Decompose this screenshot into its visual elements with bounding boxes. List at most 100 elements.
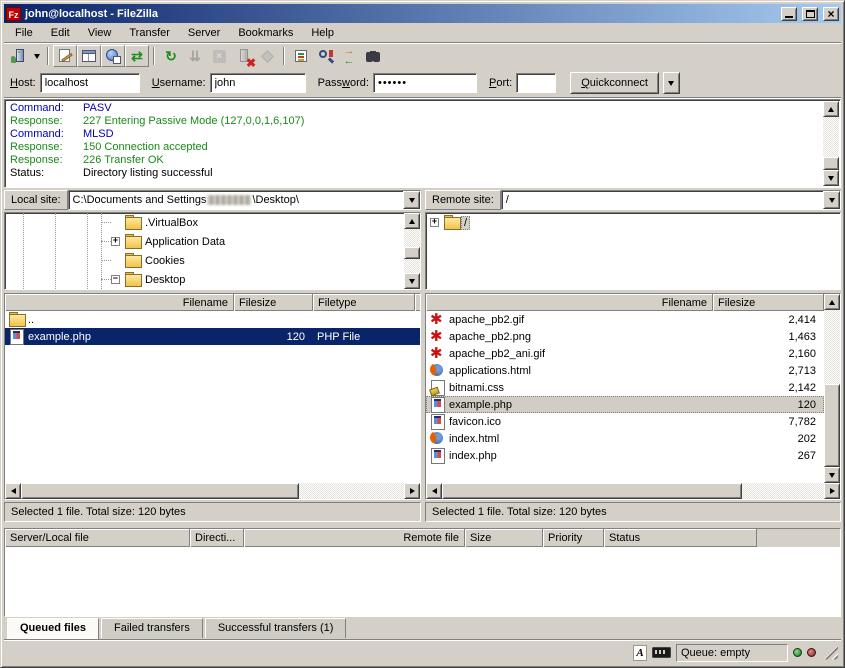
scroll-down-button[interactable] (404, 273, 420, 289)
column-header[interactable]: Filesize (713, 294, 824, 311)
toggle-remote-tree-button[interactable] (101, 45, 125, 67)
local-selection-status: Selected 1 file. Total size: 120 bytes (4, 502, 421, 522)
scroll-up-button[interactable] (824, 294, 840, 310)
file-row[interactable]: index.html 202 (426, 430, 824, 447)
resize-grip[interactable] (824, 646, 838, 660)
local-tree-scrollbar[interactable] (404, 213, 420, 289)
menu-item[interactable]: Transfer (120, 24, 179, 42)
remote-list-scrollbar[interactable] (824, 294, 840, 483)
file-row[interactable]: apache_pb2.gif 2,414 (426, 311, 824, 328)
cancel-operation-button[interactable]: × (207, 45, 231, 67)
log-scrollbar[interactable] (823, 101, 839, 186)
scroll-right-button[interactable] (404, 483, 420, 499)
tree-expander-icon[interactable]: + (430, 218, 439, 227)
file-row[interactable]: apache_pb2.png 1,463 (426, 328, 824, 345)
password-input[interactable] (373, 73, 477, 93)
local-site-combobox[interactable]: C:\Documents and Settings\Desktop\ (68, 190, 421, 210)
column-header[interactable]: Filetype (313, 294, 415, 311)
scroll-right-button[interactable] (824, 483, 840, 499)
filter-button[interactable] (289, 45, 313, 67)
file-row[interactable]: favicon.ico 7,782 (426, 413, 824, 430)
tree-item[interactable]: − Desktop (5, 270, 404, 289)
file-row[interactable]: bitnami.css 2,142 (426, 379, 824, 396)
tree-expander-icon[interactable]: + (111, 237, 120, 246)
menu-item[interactable]: Bookmarks (229, 24, 302, 42)
synchronized-browsing-button[interactable]: →← (337, 45, 361, 67)
tree-item-label: Desktop (142, 273, 188, 287)
scroll-down-button[interactable] (824, 467, 840, 483)
column-header[interactable]: Directi... (190, 529, 244, 547)
file-row[interactable]: applications.html 2,713 (426, 362, 824, 379)
column-header[interactable]: Remote file (244, 529, 465, 547)
maximize-button[interactable] (802, 7, 818, 21)
scroll-up-button[interactable] (823, 101, 839, 117)
column-header[interactable]: Size (465, 529, 543, 547)
scroll-left-button[interactable] (426, 483, 442, 499)
column-header[interactable]: Filename (5, 294, 234, 311)
column-header[interactable]: Filesize (234, 294, 313, 311)
file-icon (430, 414, 447, 429)
scroll-thumb[interactable] (823, 157, 839, 170)
queue-tab[interactable]: Queued files (7, 618, 99, 639)
file-size: 2,713 (713, 362, 824, 379)
tree-item[interactable]: + Application Data (5, 232, 404, 251)
menu-item[interactable]: View (79, 24, 121, 42)
scroll-left-button[interactable] (5, 483, 21, 499)
file-size: 202 (713, 430, 824, 447)
log-line-label: Response: (10, 141, 83, 154)
queue-tab[interactable]: Successful transfers (1) (205, 618, 347, 638)
remote-list-hscrollbar[interactable] (426, 483, 840, 499)
reconnect-button[interactable] (255, 45, 279, 67)
tree-item[interactable]: Cookies (5, 251, 404, 270)
menu-item[interactable]: Help (302, 24, 343, 42)
tree-expander-icon[interactable]: − (111, 275, 120, 284)
queue-tab[interactable]: Failed transfers (101, 618, 203, 638)
file-row[interactable]: apache_pb2_ani.gif 2,160 (426, 345, 824, 362)
toolbar: ⇄ ↻ ⇊ × ✖ →← (4, 42, 841, 69)
toggle-queue-button[interactable]: ⇄ (125, 45, 149, 67)
scroll-thumb[interactable] (21, 483, 299, 499)
scroll-up-button[interactable] (404, 213, 420, 229)
local-list-hscrollbar[interactable] (5, 483, 420, 499)
username-input[interactable] (210, 73, 306, 93)
process-queue-button[interactable]: ⇊ (183, 45, 207, 67)
disconnect-button[interactable]: ✖ (231, 45, 255, 67)
file-row[interactable]: example.php 120 (426, 396, 824, 413)
tree-item[interactable]: + / (426, 213, 840, 232)
column-header[interactable]: Filename (426, 294, 713, 311)
minimize-button[interactable] (781, 7, 797, 21)
toggle-local-tree-button[interactable] (77, 45, 101, 67)
port-input[interactable] (516, 73, 556, 93)
file-row[interactable]: .. (5, 311, 420, 328)
toggle-message-log-button[interactable] (53, 45, 77, 67)
column-header[interactable]: Server/Local file (5, 529, 190, 547)
file-icon (430, 448, 447, 463)
scroll-thumb[interactable] (404, 247, 420, 259)
file-row[interactable]: index.php 267 (426, 447, 824, 464)
scroll-thumb[interactable] (824, 384, 840, 467)
quickconnect-dropdown-button[interactable] (663, 72, 680, 94)
tree-item[interactable]: .VirtualBox (5, 213, 404, 232)
file-row[interactable]: example.php 120 PHP File 1 (5, 328, 420, 345)
quickconnect-button[interactable]: Quickconnect (570, 72, 659, 94)
directory-comparison-button[interactable] (313, 45, 337, 67)
column-header[interactable]: Status (604, 529, 757, 547)
scroll-thumb[interactable] (442, 483, 742, 499)
column-header[interactable]: L (415, 294, 421, 311)
file-size: 120 (234, 328, 313, 345)
remote-site-dropdown-button[interactable] (823, 191, 840, 209)
find-files-button[interactable] (361, 45, 385, 67)
host-input[interactable] (40, 73, 140, 93)
remote-site-combobox[interactable]: / (501, 190, 841, 210)
site-manager-button[interactable] (7, 45, 31, 67)
menu-item[interactable]: File (6, 24, 42, 42)
site-manager-dropdown-arrow[interactable] (31, 45, 43, 67)
scroll-down-button[interactable] (823, 170, 839, 186)
menu-item[interactable]: Edit (42, 24, 79, 42)
close-button[interactable]: × (823, 7, 839, 21)
local-site-dropdown-button[interactable] (403, 191, 420, 209)
menu-item[interactable]: Server (179, 24, 229, 42)
refresh-button[interactable]: ↻ (159, 45, 183, 67)
column-header[interactable]: Priority (543, 529, 604, 547)
log-line-label: Command: (10, 128, 83, 141)
